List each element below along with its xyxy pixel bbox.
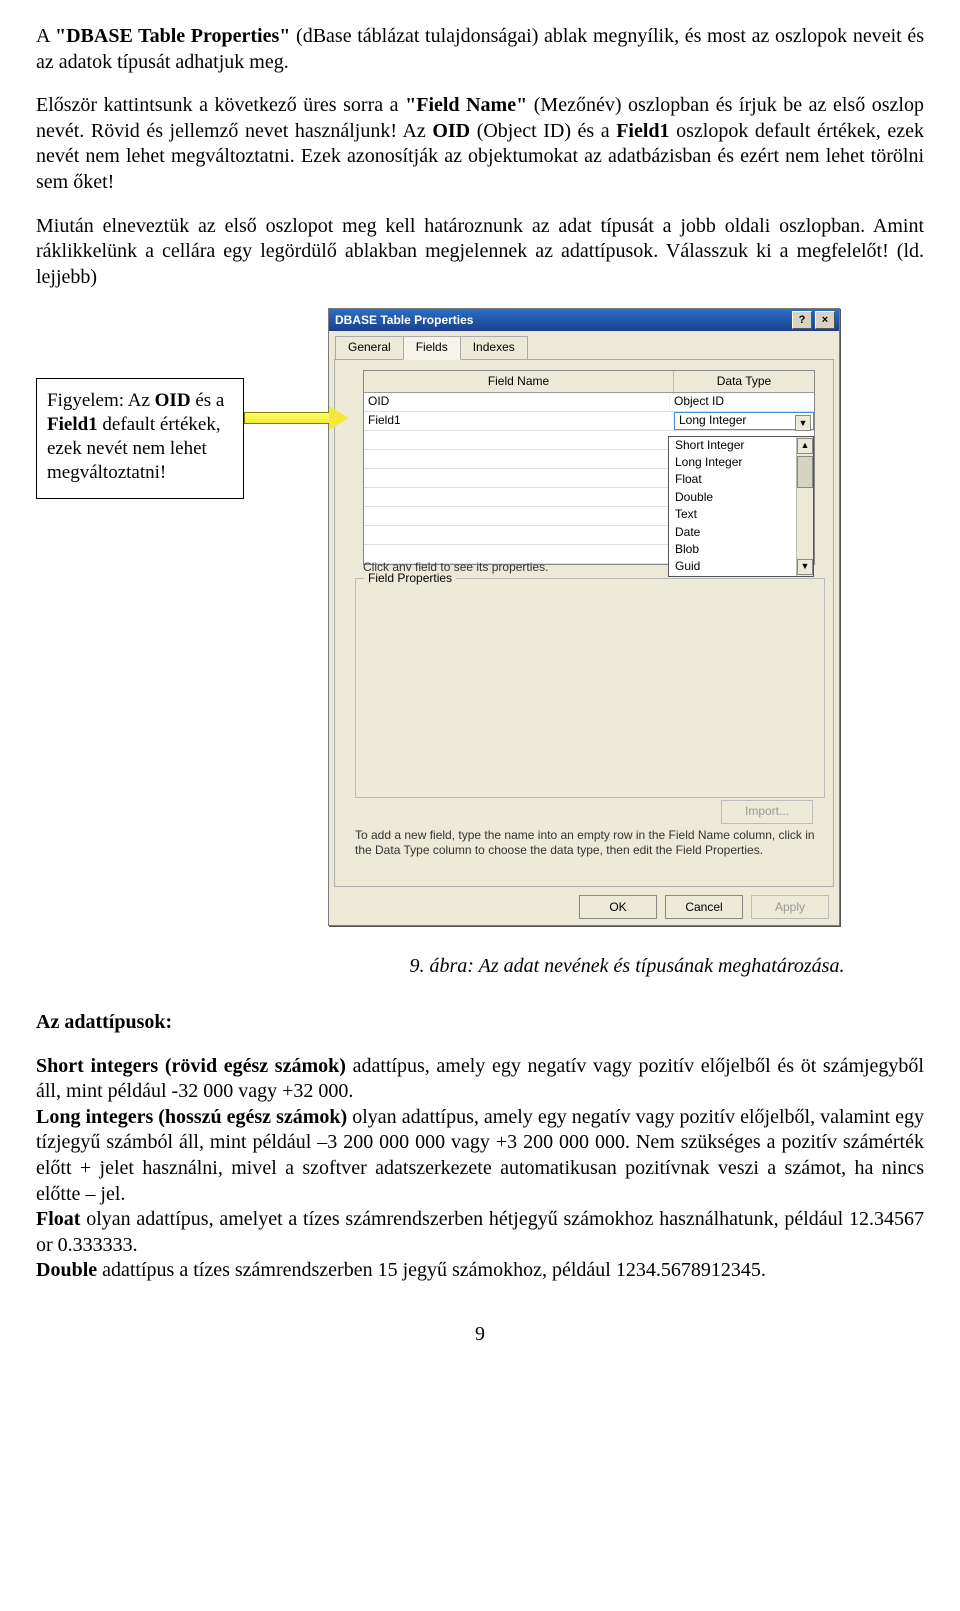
text-bold: "Field Name" xyxy=(405,94,527,116)
text: adattípus a tízes számrendszerben 15 jeg… xyxy=(97,1259,766,1281)
tab-fields[interactable]: Fields xyxy=(403,336,461,359)
col-data-type[interactable]: Data Type xyxy=(674,371,814,392)
option-text[interactable]: Text xyxy=(669,506,813,523)
paragraph-2: Először kattintsunk a következő üres sor… xyxy=(36,93,924,195)
text: és a xyxy=(191,390,225,411)
cell-type-active[interactable]: Long Integer ▼ xyxy=(674,412,814,429)
text: Először kattintsunk a következő üres sor… xyxy=(36,94,405,116)
text-bold: OID xyxy=(432,120,470,142)
cell-name[interactable]: Field1 xyxy=(364,413,674,428)
dbase-properties-dialog: DBASE Table Properties ? × General Field… xyxy=(328,308,840,926)
text: (Object ID) és a xyxy=(470,120,616,142)
dialog-title: DBASE Table Properties xyxy=(335,313,473,328)
close-button[interactable]: × xyxy=(815,311,835,329)
option-double[interactable]: Double xyxy=(669,489,813,506)
option-blob[interactable]: Blob xyxy=(669,541,813,558)
grid-header: Field Name Data Type xyxy=(364,371,814,393)
option-guid[interactable]: Guid xyxy=(669,558,813,575)
dialog-button-row: OK Cancel Apply xyxy=(579,895,829,919)
table-row[interactable]: OID Object ID xyxy=(364,393,814,412)
ok-button[interactable]: OK xyxy=(579,895,657,919)
field-properties-title: Field Properties xyxy=(364,571,456,586)
callout-arrow-icon xyxy=(244,412,332,424)
cell-type[interactable]: Object ID xyxy=(670,394,814,409)
datatype-short-integer: Short integers (rövid egész számok) adat… xyxy=(36,1054,924,1284)
text-bold: Field1 xyxy=(47,414,98,435)
table-row[interactable]: Field1 Long Integer ▼ xyxy=(364,412,814,431)
import-button[interactable]: Import... xyxy=(721,800,813,824)
scroll-thumb[interactable] xyxy=(797,456,813,488)
field-properties-frame: Field Properties xyxy=(355,578,825,798)
text-bold: OID xyxy=(155,390,191,411)
chevron-down-icon[interactable]: ▼ xyxy=(795,415,811,431)
callout-box: Figyelem: Az OID és a Field1 default ért… xyxy=(36,378,244,499)
cell-type-value: Long Integer xyxy=(679,413,746,427)
option-float[interactable]: Float xyxy=(669,471,813,488)
option-long-integer[interactable]: Long Integer xyxy=(669,454,813,471)
data-type-dropdown[interactable]: Short Integer Long Integer Float Double … xyxy=(668,436,814,577)
col-field-name[interactable]: Field Name xyxy=(364,371,674,392)
help-icon: ? xyxy=(799,315,806,326)
text: olyan adattípus, amelyet a tízes számren… xyxy=(36,1208,924,1256)
help-button[interactable]: ? xyxy=(792,311,812,329)
text: A xyxy=(36,25,55,47)
dropdown-scrollbar[interactable]: ▲ ▼ xyxy=(796,437,813,576)
text-bold: Double xyxy=(36,1259,97,1281)
page-number: 9 xyxy=(36,1322,924,1348)
text-bold: "DBASE Table Properties" xyxy=(55,25,290,47)
text-bold: Field1 xyxy=(616,120,669,142)
cancel-button[interactable]: Cancel xyxy=(665,895,743,919)
text-bold: Short integers (rövid egész számok) xyxy=(36,1055,346,1077)
option-short-integer[interactable]: Short Integer xyxy=(669,437,813,454)
tab-general[interactable]: General xyxy=(335,336,404,359)
figure-area: Figyelem: Az OID és a Field1 default ért… xyxy=(36,308,924,948)
dialog-titlebar[interactable]: DBASE Table Properties ? × xyxy=(329,309,839,331)
text-bold: Long integers (hosszú egész számok) xyxy=(36,1106,347,1128)
cell-name[interactable]: OID xyxy=(364,394,670,409)
figure-caption: 9. ábra: Az adat nevének és típusának me… xyxy=(36,954,924,980)
text-bold: Float xyxy=(36,1208,80,1230)
close-icon: × xyxy=(822,315,828,326)
scroll-down-icon[interactable]: ▼ xyxy=(797,559,813,575)
paragraph-3: Miután elneveztük az első oszlopot meg k… xyxy=(36,214,924,291)
tab-indexes[interactable]: Indexes xyxy=(460,336,528,359)
fields-panel: Field Name Data Type OID Object ID Field… xyxy=(334,359,834,887)
caption-text: 9. ábra: Az adat nevének és típusának me… xyxy=(410,955,845,977)
text: Figyelem: Az xyxy=(47,390,155,411)
tab-strip: General Fields Indexes xyxy=(329,331,839,358)
section-heading: Az adattípusok: xyxy=(36,1010,924,1036)
option-date[interactable]: Date xyxy=(669,524,813,541)
apply-button[interactable]: Apply xyxy=(751,895,829,919)
paragraph-1: A "DBASE Table Properties" (dBase tábláz… xyxy=(36,24,924,75)
scroll-up-icon[interactable]: ▲ xyxy=(797,438,813,454)
footer-hint: To add a new field, type the name into a… xyxy=(355,828,823,859)
